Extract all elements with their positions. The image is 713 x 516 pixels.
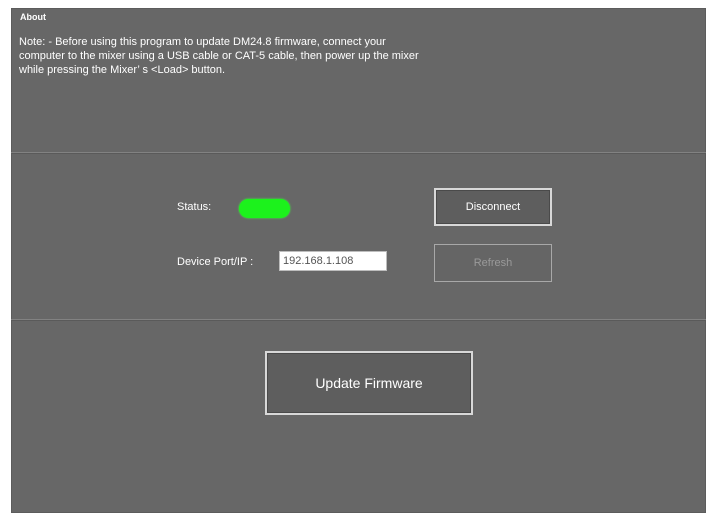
refresh-button[interactable]: Refresh [434,244,552,282]
note-text: Note: - Before using this program to upd… [19,35,539,77]
status-label: Status: [177,201,212,213]
device-port-input[interactable] [279,251,387,271]
device-port-label: Device Port/IP : [177,256,254,268]
update-firmware-button[interactable]: Update Firmware [265,351,473,415]
about-window: About Note: - Before using this program … [11,8,706,513]
note-line-2: computer to the mixer using a USB cable … [19,50,419,62]
divider-top [11,152,706,154]
divider-bottom [11,319,706,321]
note-line-1: Note: - Before using this program to upd… [19,36,386,48]
window-title: About [20,12,46,22]
note-line-3: while pressing the Mixer’ s <Load> butto… [19,64,226,76]
status-indicator [239,199,290,218]
disconnect-button[interactable]: Disconnect [434,188,552,226]
